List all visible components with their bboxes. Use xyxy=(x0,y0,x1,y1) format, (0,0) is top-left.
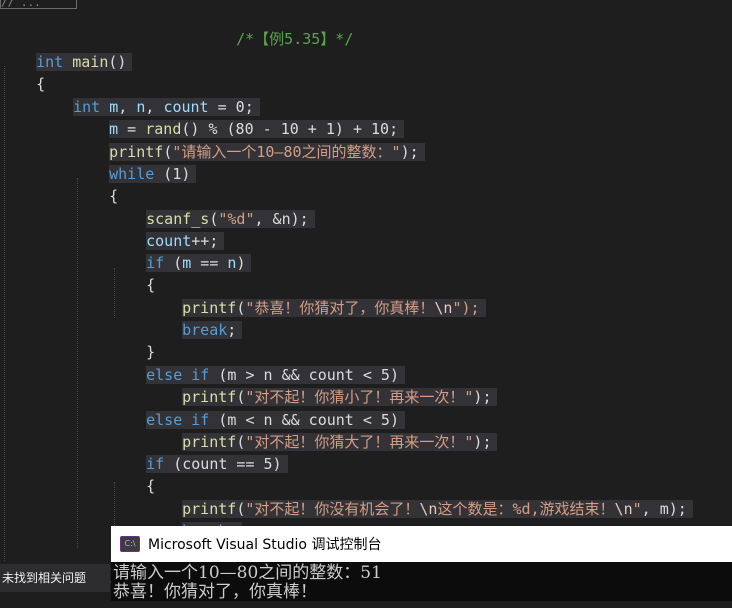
stmt-end: ); xyxy=(473,433,492,451)
code-line-brace: { xyxy=(110,252,155,294)
console-app-icon: C:\ xyxy=(120,536,140,552)
code-line-if-count: if (count == 5) xyxy=(110,431,288,473)
code-line-brace: { xyxy=(110,453,155,495)
code-line-decl: int m, n, count = 0; xyxy=(37,74,260,116)
indent-guide xyxy=(4,66,5,561)
code-line-printf-small: printf("对不起！你猜小了！再来一次！"); xyxy=(146,364,498,406)
condition: (count == 5) xyxy=(164,455,282,473)
code-highlight: break; xyxy=(182,321,243,339)
escape-sequence: \n xyxy=(419,500,438,518)
code-line-elseif-big: else if (m < n && count < 5) xyxy=(110,387,405,429)
code-line-main: int main() xyxy=(0,29,133,71)
string-literal: 这个数是：%d,游戏结束！ xyxy=(437,500,615,518)
console-output-line: 恭喜！你猜对了，你真棒！ xyxy=(113,582,317,602)
var-m: m xyxy=(182,254,192,272)
console-title: Microsoft Visual Studio 调试控制台 xyxy=(148,537,382,553)
stmt-end: ); xyxy=(473,388,492,406)
code-line-if: if (m == n) xyxy=(110,230,252,272)
code-line-printf-over: printf("对不起！你没有机会了！\n这个数是：%d,游戏结束！\n", m… xyxy=(146,476,693,518)
string-literal: "对不起！你没有机会了！ xyxy=(245,500,420,518)
code-editor[interactable]: // ... /*【例5.35】*/ int main() { int m, n… xyxy=(0,0,732,601)
code-line-printf-prompt: printf("请输入一个10—80之间的整数："); xyxy=(73,119,425,161)
code-line-scanf: scanf_s("%d", &n); xyxy=(110,186,315,228)
parens: () xyxy=(108,53,127,71)
string-end: "); xyxy=(452,299,480,317)
paren: ) xyxy=(236,254,246,272)
code-line-break: break; xyxy=(146,297,243,339)
paren: ( xyxy=(164,254,183,272)
function-main: main xyxy=(72,53,109,71)
debug-console-window[interactable]: C:\ Microsoft Visual Studio 调试控制台 请输入一个1… xyxy=(111,526,732,602)
comment-text: /*【例5.35】*/ xyxy=(236,30,354,48)
code-line-assign: m = rand() % (80 - 10 + 1) + 10; xyxy=(73,96,405,138)
code-line-brace: { xyxy=(73,163,118,205)
code-line-printf-correct: printf("恭喜！你猜对了，你真棒！\n"); xyxy=(146,275,486,317)
code-line-while: while (1) xyxy=(73,141,197,183)
semicolon: ; xyxy=(227,321,237,339)
code-line-brace: } xyxy=(110,319,155,361)
string-literal: "恭喜！你猜对了，你真棒！ xyxy=(245,299,435,317)
code-line-elseif-small: else if (m > n && count < 5) xyxy=(110,342,405,384)
while-cond: (1) xyxy=(154,165,191,183)
code-line-comment: /*【例5.35】*/ xyxy=(200,6,353,48)
keyword-break: break xyxy=(182,321,228,339)
stmt-end: , m); xyxy=(641,500,687,518)
code-highlight: printf("对不起！你没有机会了！\n这个数是：%d,游戏结束！\n", m… xyxy=(182,500,693,518)
indent-guide xyxy=(77,178,78,548)
console-titlebar[interactable]: C:\ Microsoft Visual Studio 调试控制台 xyxy=(111,526,732,562)
string-end: " xyxy=(632,500,642,518)
console-output-line: 请输入一个10—80之间的整数：51 xyxy=(113,563,382,583)
op: == xyxy=(191,254,228,272)
code-line-printf-big: printf("对不起！你猜大了！再来一次！"); xyxy=(146,409,498,451)
code-highlight: int main() xyxy=(36,53,133,71)
collapsed-region-marker[interactable]: // ... xyxy=(0,0,77,9)
code-highlight: if (m == n) xyxy=(146,254,252,272)
escape-sequence: \n xyxy=(614,500,633,518)
code-highlight: while (1) xyxy=(109,165,197,183)
code-highlight: if (count == 5) xyxy=(146,455,288,473)
escape-sequence: \n xyxy=(434,299,453,317)
code-line-break: break; xyxy=(146,498,243,540)
string-literal: "请输入一个10—80之间的整数：" xyxy=(172,143,401,161)
issues-status[interactable]: 未找到相关问题 xyxy=(0,564,110,592)
scanf-args: , &n); xyxy=(254,210,309,228)
code-line-brace: { xyxy=(0,51,45,93)
code-line-count: count++; xyxy=(110,208,225,250)
